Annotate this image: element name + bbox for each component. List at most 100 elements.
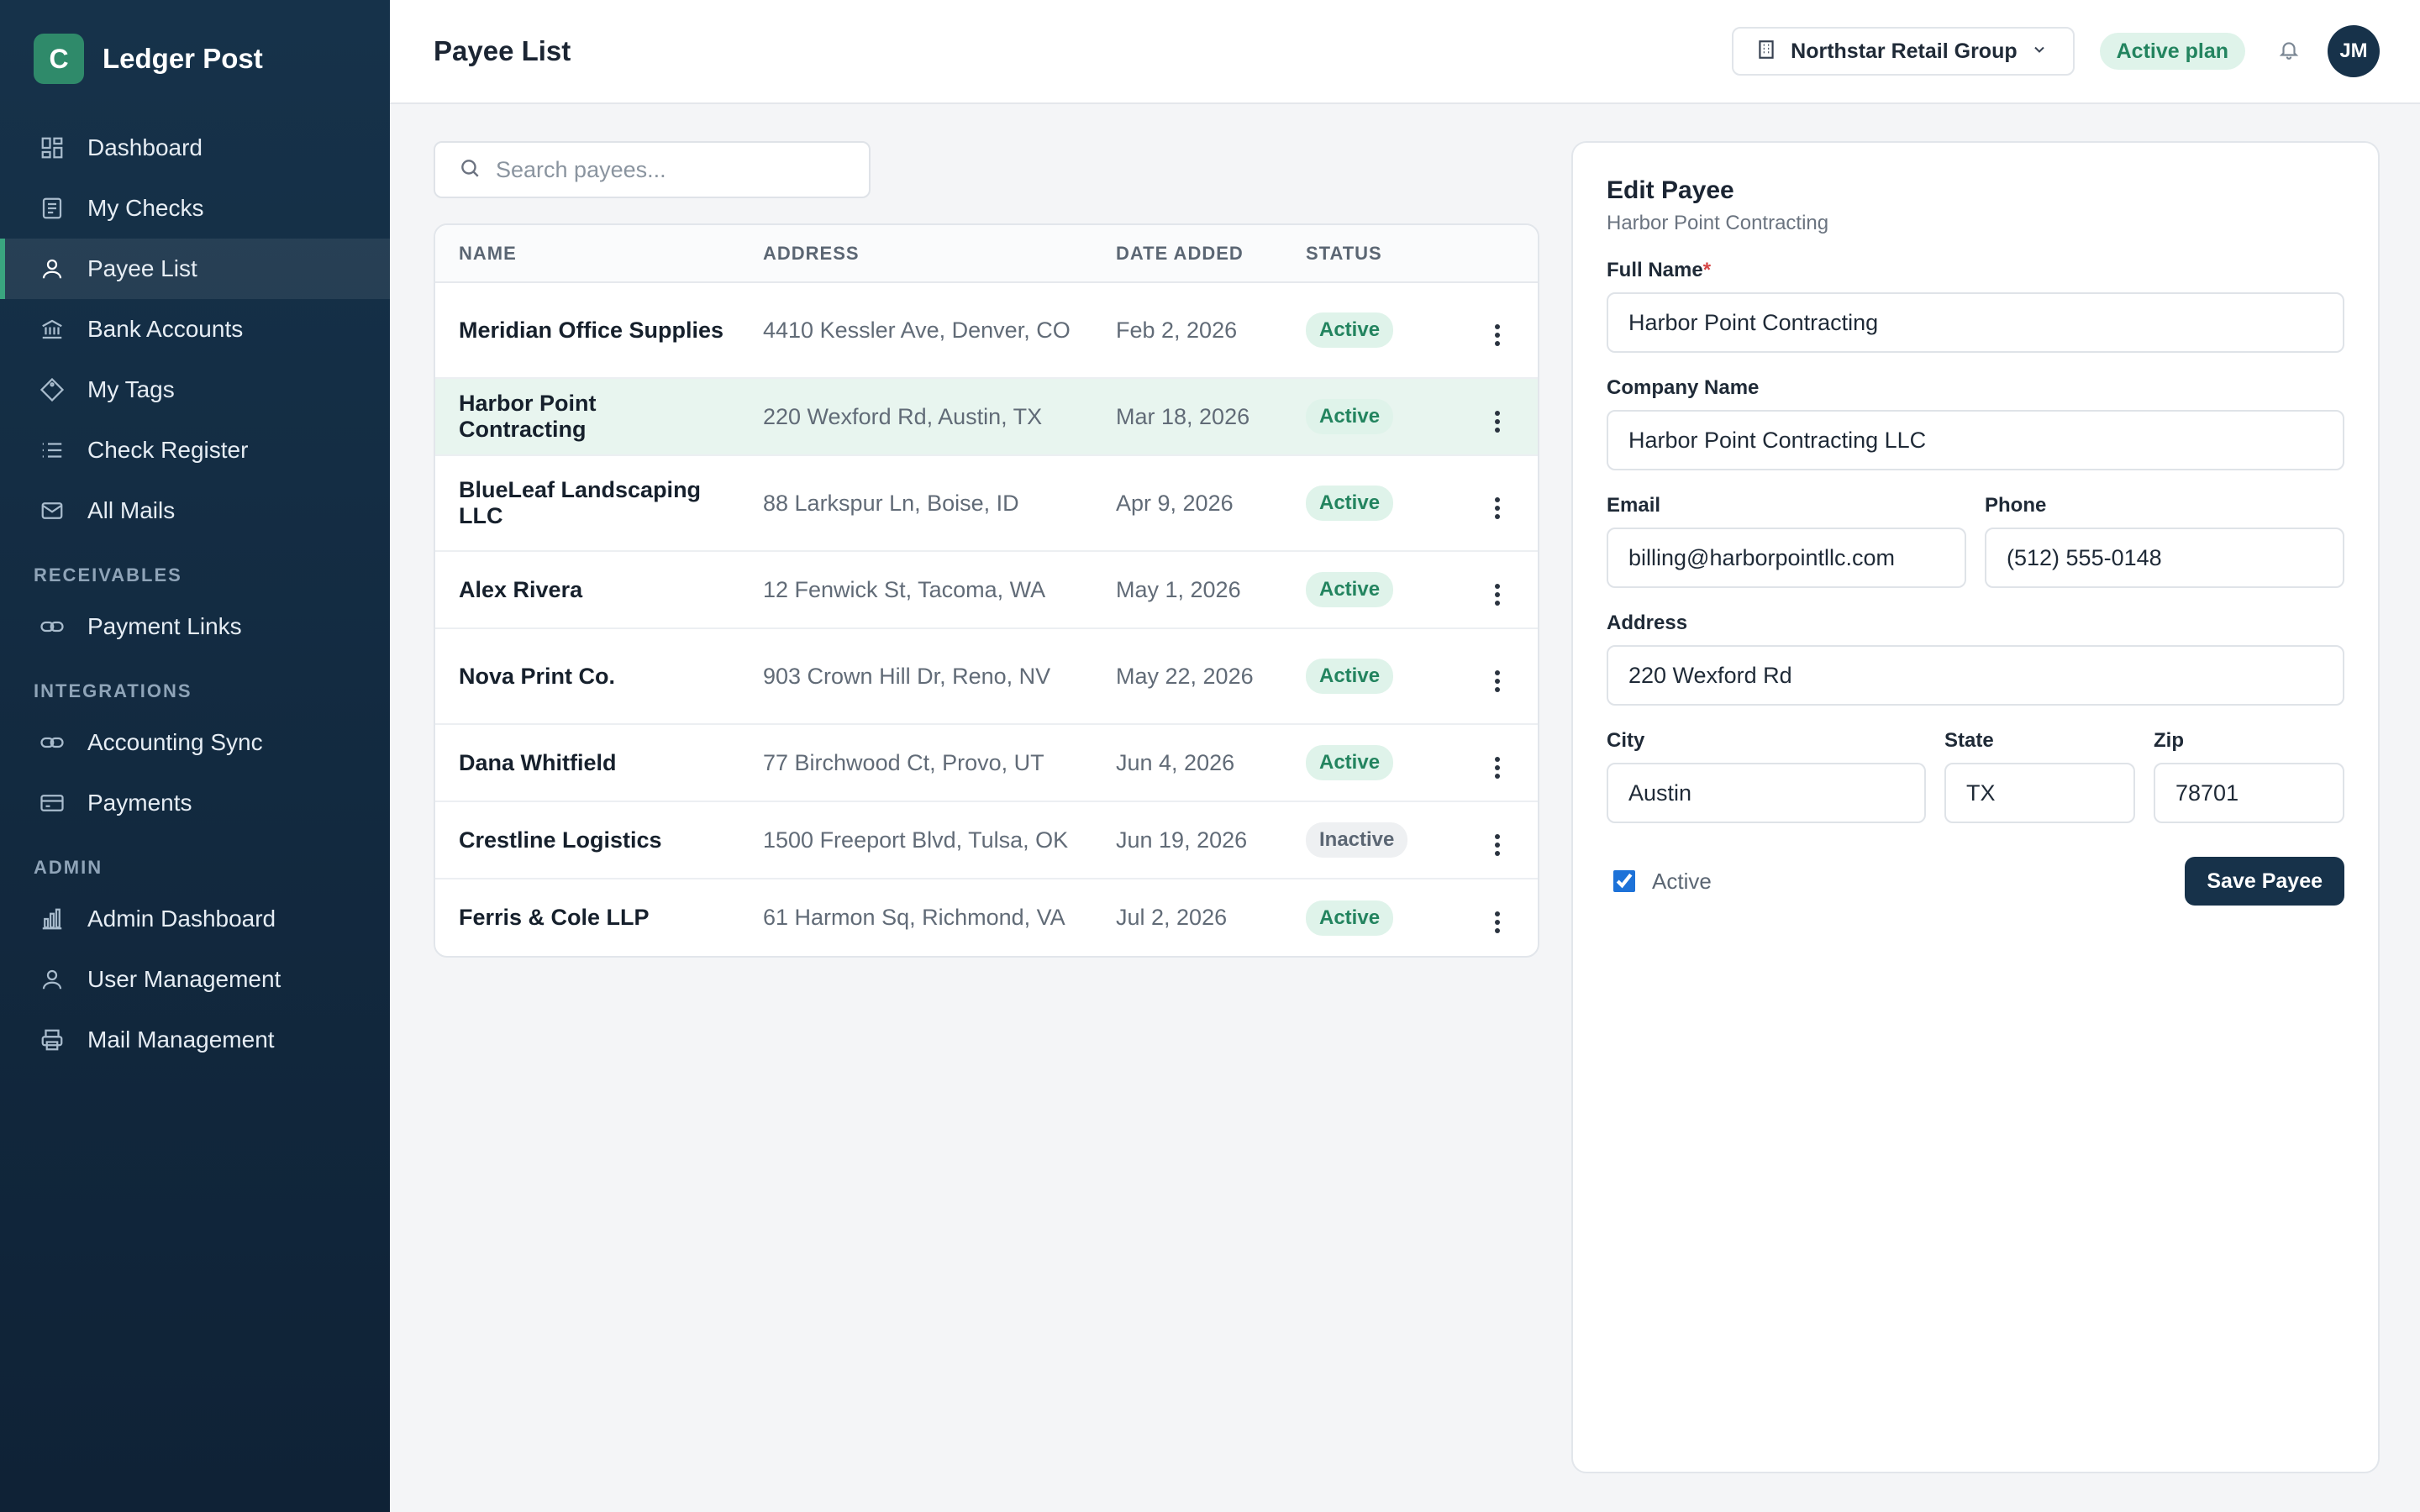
save-payee-button[interactable]: Save Payee [2185, 857, 2344, 906]
payee-address: 4410 Kessler Ave, Denver, CO [763, 282, 1116, 379]
more-options-icon[interactable] [1485, 751, 1510, 785]
email-input[interactable] [1607, 528, 1966, 588]
sidebar-section-admin: ADMIN [34, 857, 103, 878]
sidebar-item-check-register[interactable]: Check Register [0, 420, 390, 480]
sidebar-item-admin-dashboard[interactable]: Admin Dashboard [0, 889, 390, 949]
status-badge: Active [1306, 312, 1394, 348]
status-badge: Active [1306, 659, 1394, 694]
sidebar-item-my-tags[interactable]: My Tags [0, 360, 390, 420]
payee-address: 12 Fenwick St, Tacoma, WA [763, 551, 1116, 629]
address-label: Address [1607, 612, 1688, 634]
plan-badge: Active plan [2099, 33, 2245, 70]
column-header-actions [1457, 225, 1538, 283]
payee-date-added: Jul 2, 2026 [1116, 905, 1228, 930]
brand-name: Ledger Post [103, 43, 263, 74]
mail-icon [39, 497, 66, 524]
column-header-date-added[interactable]: DATE ADDED [1116, 225, 1306, 283]
phone-field-group: Phone [1985, 494, 2344, 588]
sidebar-item-label: All Mails [87, 497, 176, 523]
company-name-field-group: Company Name [1607, 376, 2344, 470]
sidebar-item-label: Check Register [87, 437, 249, 463]
address-input[interactable] [1607, 645, 2344, 706]
bank-icon [39, 316, 66, 343]
card-icon [39, 790, 66, 816]
table-row[interactable]: Alex Rivera 12 Fenwick St, Tacoma, WA Ma… [435, 551, 1538, 629]
column-header-address[interactable]: ADDRESS [763, 225, 1116, 283]
zip-input[interactable] [2154, 763, 2344, 823]
bar-chart-icon [39, 906, 66, 932]
sidebar-item-my-checks[interactable]: My Checks [0, 178, 390, 239]
more-options-icon[interactable] [1485, 491, 1510, 525]
status-badge: Active [1306, 399, 1394, 434]
payee-date-added: May 1, 2026 [1116, 551, 1306, 629]
payee-name: Dana Whitfield [435, 724, 763, 802]
sidebar-item-all-mails[interactable]: All Mails [0, 480, 390, 541]
state-input[interactable] [1944, 763, 2135, 823]
document-icon [39, 195, 66, 222]
full-name-input[interactable] [1607, 292, 2344, 353]
table-row[interactable]: BlueLeaf Landscaping LLC 88 Larkspur Ln,… [435, 455, 1538, 552]
more-options-icon[interactable] [1485, 906, 1510, 939]
status-badge: Active [1306, 486, 1394, 521]
state-field-group: State [1944, 729, 2135, 823]
sidebar-item-label: Bank Accounts [87, 316, 244, 342]
avatar[interactable]: JM [2328, 25, 2380, 77]
more-options-icon[interactable] [1485, 578, 1510, 612]
payee-name: Nova Print Co. [435, 628, 763, 725]
sidebar-section-receivables: RECEIVABLES [34, 564, 182, 585]
sidebar-section-integrations: INTEGRATIONS [34, 680, 192, 701]
table-row[interactable]: Ferris & Cole LLP 61 Harmon Sq, Richmond… [435, 879, 1538, 956]
more-options-icon[interactable] [1485, 405, 1510, 438]
payee-address: 220 Wexford Rd, Austin, TX [763, 378, 1116, 456]
active-checkbox[interactable] [1613, 870, 1635, 892]
company-name-input[interactable] [1607, 410, 2344, 470]
column-header-status[interactable]: STATUS [1306, 225, 1457, 283]
sidebar-item-accounting-sync[interactable]: Accounting Sync [0, 712, 390, 773]
sidebar-item-payment-links[interactable]: Payment Links [0, 596, 390, 657]
sidebar-item-label: User Management [87, 966, 281, 992]
table-row[interactable]: Nova Print Co. 903 Crown Hill Dr, Reno, … [435, 628, 1538, 725]
sidebar-item-bank-accounts[interactable]: Bank Accounts [0, 299, 390, 360]
city-input[interactable] [1607, 763, 1926, 823]
payee-date-added: Mar 18, 2026 [1116, 378, 1306, 456]
building-icon [1755, 39, 1777, 65]
payee-table: NAME ADDRESS DATE ADDED STATUS Meridian … [434, 223, 1539, 958]
email-label: Email [1607, 494, 1661, 517]
address-field-group: Address [1607, 612, 2344, 706]
payee-address: 903 Crown Hill Dr, Reno, NV [763, 628, 1116, 725]
brand: C Ledger Post [0, 0, 390, 118]
table-row[interactable]: Harbor Point Contracting 220 Wexford Rd,… [435, 378, 1538, 456]
city-label: City [1607, 729, 1645, 752]
column-header-name[interactable]: NAME [435, 225, 763, 283]
payee-list-section: NAME ADDRESS DATE ADDED STATUS Meridian … [434, 141, 1539, 1473]
table-row[interactable]: Crestline Logistics 1500 Freeport Blvd, … [435, 801, 1538, 879]
table-row[interactable]: Meridian Office Supplies 4410 Kessler Av… [435, 282, 1538, 379]
company-name-label: Company Name [1607, 376, 1760, 399]
sidebar-item-mail-management[interactable]: Mail Management [0, 1010, 390, 1070]
more-options-icon[interactable] [1485, 828, 1510, 862]
active-checkbox-label[interactable]: Active [1652, 869, 1712, 895]
payee-address: 77 Birchwood Ct, Provo, UT [763, 724, 1116, 802]
sidebar-item-dashboard[interactable]: Dashboard [0, 118, 390, 178]
more-options-icon[interactable] [1485, 318, 1510, 352]
sidebar-item-label: Dashboard [87, 134, 203, 160]
search-input[interactable] [496, 156, 849, 183]
org-selector[interactable]: Northstar Retail Group [1732, 27, 2075, 76]
status-badge: Active [1306, 900, 1394, 936]
status-badge: Inactive [1306, 822, 1408, 858]
zip-label: Zip [2154, 729, 2184, 752]
notifications-button[interactable] [2270, 33, 2307, 70]
full-name-label: Full Name [1607, 259, 1703, 281]
panel-footer: Active Save Payee [1607, 857, 2344, 906]
email-field-group: Email [1607, 494, 1966, 588]
payee-name: BlueLeaf Landscaping LLC [435, 455, 763, 552]
sidebar-item-user-management[interactable]: User Management [0, 949, 390, 1010]
table-row[interactable]: Dana Whitfield 77 Birchwood Ct, Provo, U… [435, 724, 1538, 802]
phone-input[interactable] [1985, 528, 2344, 588]
content: NAME ADDRESS DATE ADDED STATUS Meridian … [390, 104, 2420, 1473]
sidebar-item-payee-list[interactable]: Payee List [0, 239, 390, 299]
sidebar-item-payments[interactable]: Payments [0, 773, 390, 833]
page-title: Payee List [434, 35, 571, 66]
more-options-icon[interactable] [1485, 664, 1510, 698]
payee-name: Ferris & Cole LLP [459, 905, 650, 930]
